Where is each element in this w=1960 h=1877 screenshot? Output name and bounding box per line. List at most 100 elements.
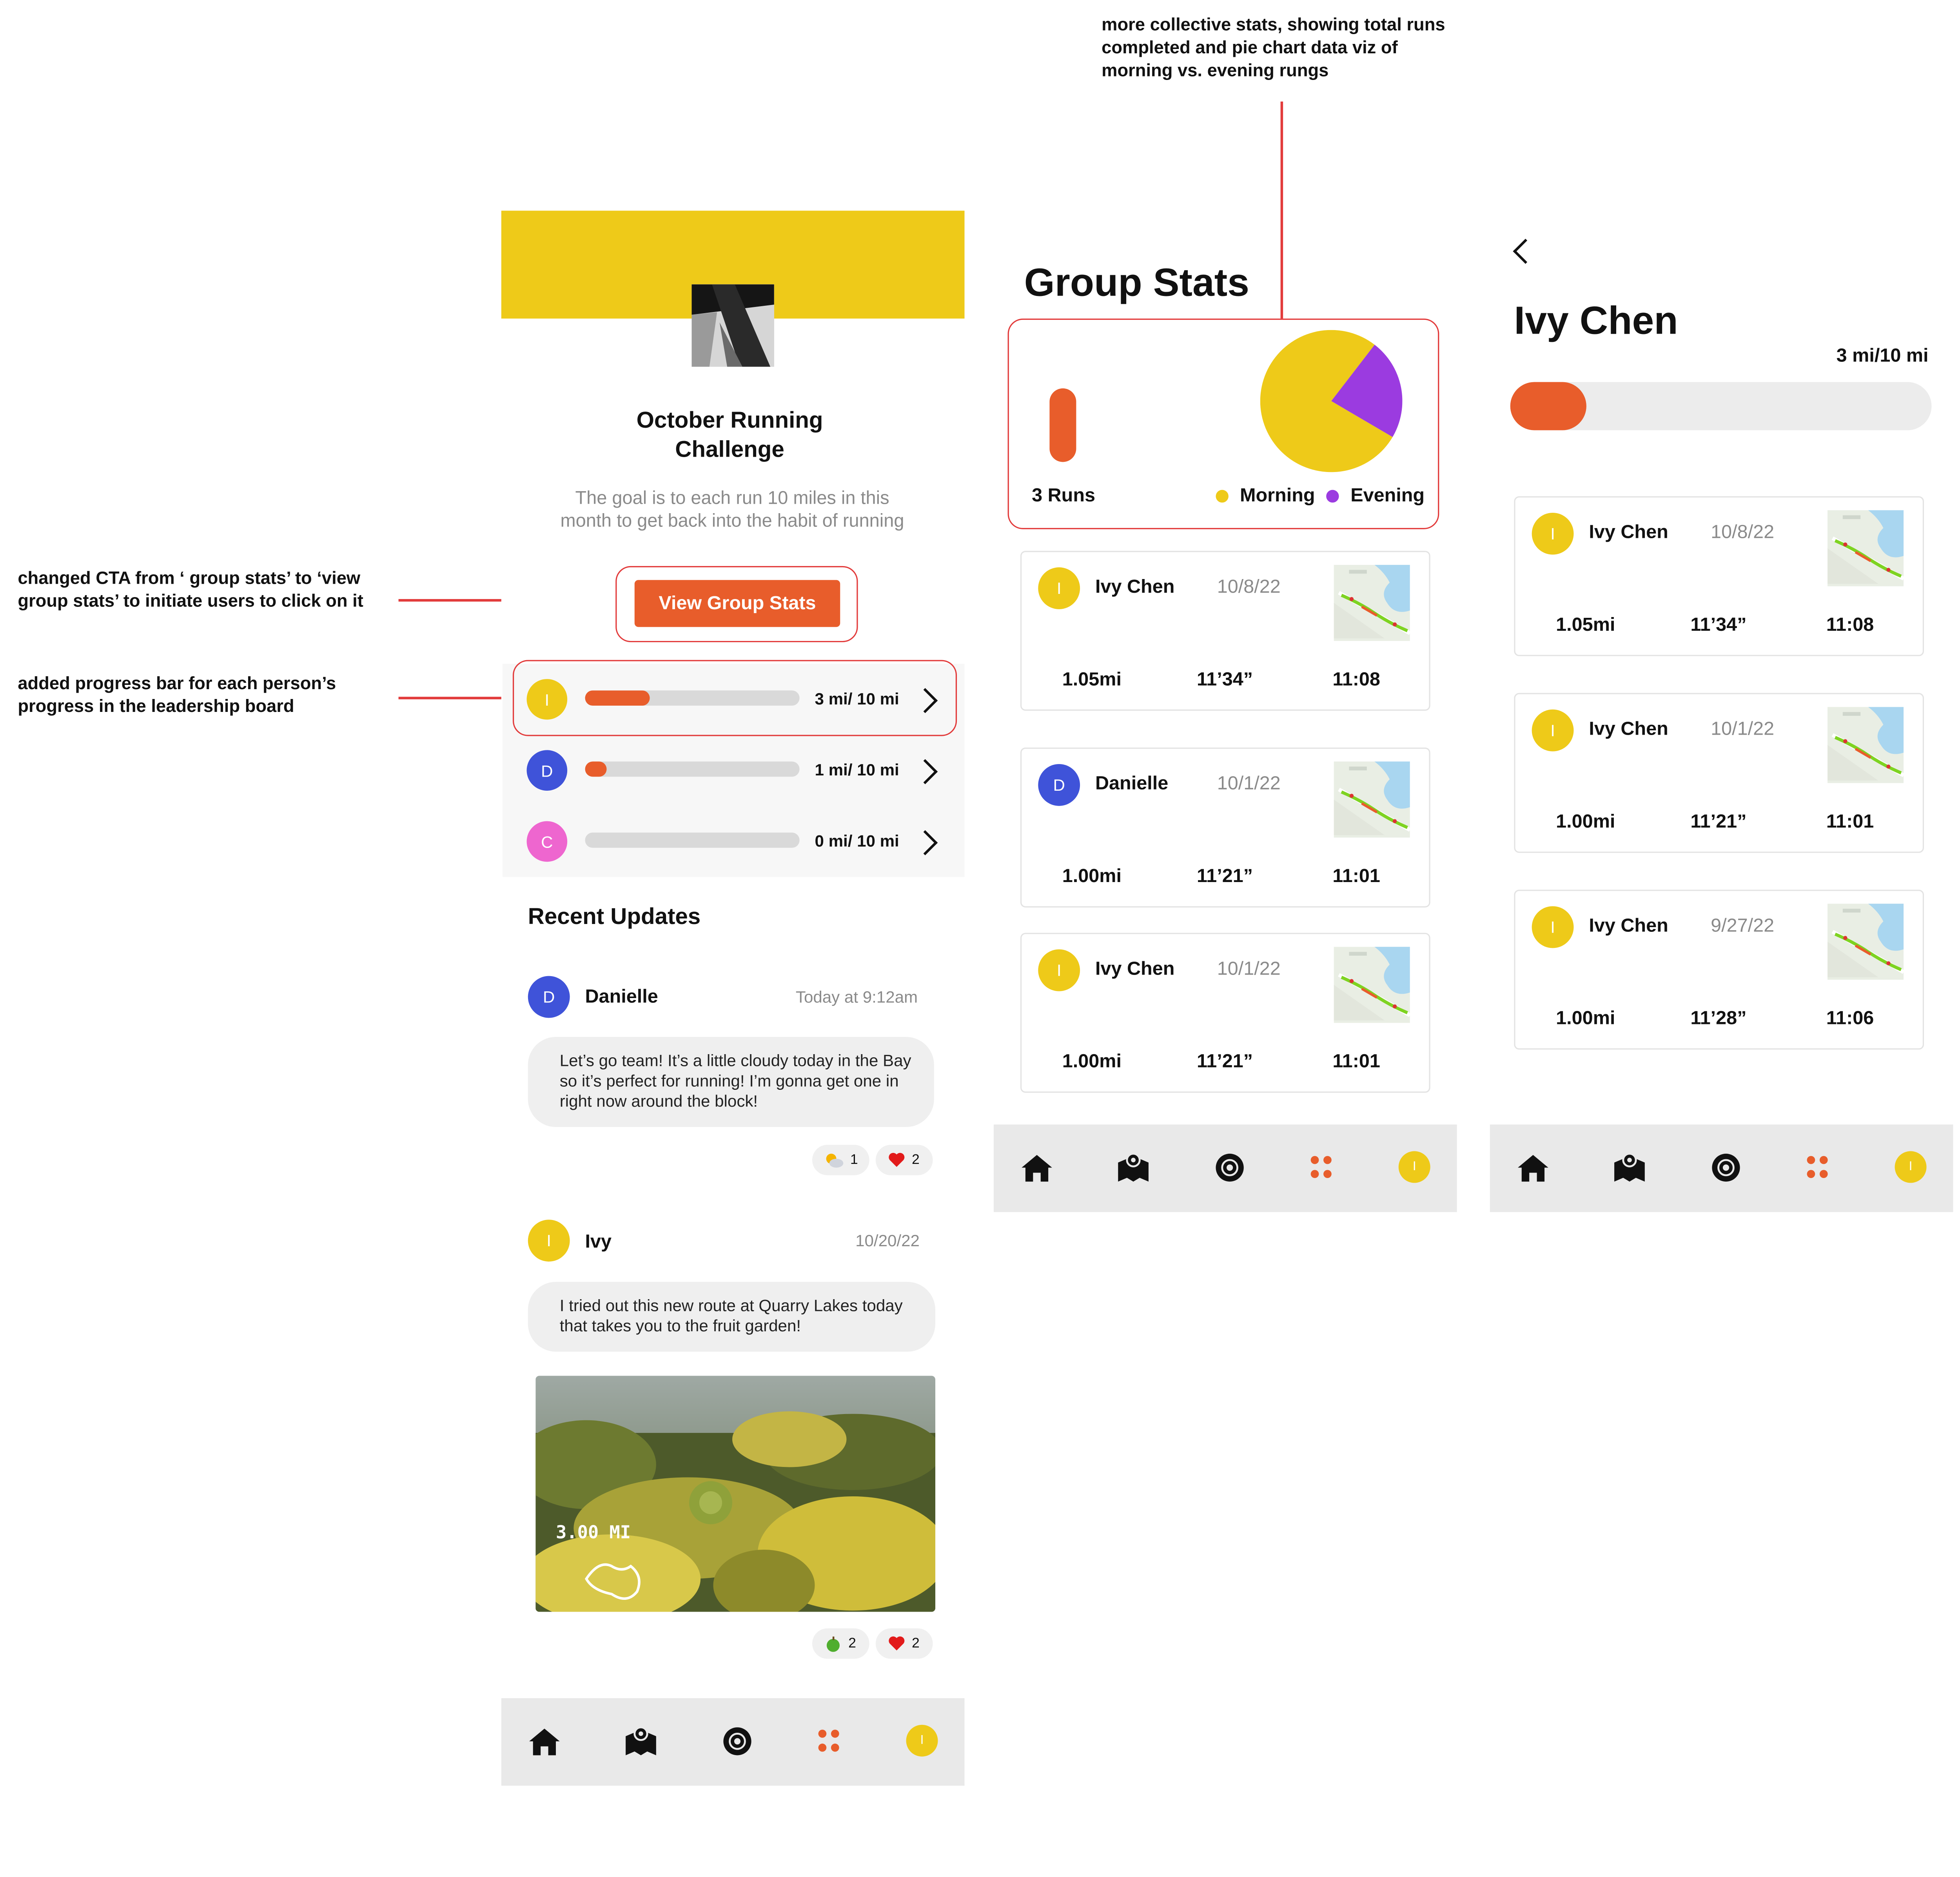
- bottom-nav: I: [1490, 1124, 1953, 1212]
- run-distance: 1.00mi: [1062, 865, 1122, 888]
- recent-updates-heading: Recent Updates: [528, 904, 701, 929]
- reaction-pill[interactable]: 2: [875, 1628, 933, 1659]
- bottom-nav: I: [501, 1698, 965, 1786]
- run-pace: 11’21”: [1196, 1051, 1253, 1073]
- avatar: D: [528, 976, 570, 1018]
- reaction-pill[interactable]: 2: [812, 1628, 869, 1659]
- run-distance: 1.00mi: [1062, 1051, 1122, 1073]
- annotation-cta: changed CTA from ‘ group stats’ to ‘view…: [18, 567, 363, 611]
- run-time: 11:01: [1332, 865, 1380, 888]
- home-icon[interactable]: [1019, 1150, 1055, 1185]
- run-time: 11:08: [1826, 614, 1874, 636]
- chevron-right-icon[interactable]: [913, 759, 938, 784]
- run-pace: 11’21”: [1690, 811, 1747, 833]
- profile-avatar-icon[interactable]: I: [1398, 1151, 1430, 1183]
- run-date: 9/27/22: [1711, 915, 1775, 937]
- record-icon[interactable]: [1212, 1150, 1248, 1185]
- runner-name: Ivy Chen: [1589, 718, 1668, 740]
- annotation-progress: added progress bar for each person’s pro…: [18, 672, 336, 716]
- avatar: I: [1532, 906, 1574, 948]
- post-author: Danielle: [585, 986, 658, 1008]
- avatar: I: [1532, 512, 1574, 555]
- chevron-right-icon[interactable]: [913, 830, 938, 855]
- progress-bar: [585, 761, 800, 777]
- reaction-count: 2: [848, 1636, 856, 1651]
- reaction-pill[interactable]: 1: [812, 1145, 869, 1175]
- avatar: C: [526, 821, 568, 862]
- map-icon[interactable]: [1612, 1150, 1648, 1185]
- apple-icon: [827, 1636, 840, 1652]
- annotation-stats-line: [1280, 102, 1283, 319]
- record-icon[interactable]: [720, 1724, 755, 1759]
- runner-name: Ivy Chen: [1589, 521, 1668, 543]
- runs-bar: [1049, 388, 1076, 462]
- progress-bar: [585, 832, 800, 848]
- run-distance: 1.00mi: [1556, 811, 1615, 833]
- run-pace: 11’21”: [1196, 865, 1253, 888]
- route-map[interactable]: [1828, 707, 1904, 783]
- home-icon[interactable]: [1515, 1150, 1551, 1185]
- post-photo[interactable]: 3.00 MI: [535, 1376, 936, 1612]
- reaction-count: 1: [850, 1152, 858, 1168]
- run-time: 11:06: [1826, 1007, 1874, 1029]
- heart-icon: [889, 1636, 905, 1651]
- reaction-count: 2: [911, 1152, 920, 1168]
- runner-name: Danielle: [1095, 773, 1169, 795]
- groups-icon[interactable]: [811, 1724, 847, 1759]
- legend: Morning Evening: [1216, 485, 1425, 506]
- runs-count: 3 Runs: [1032, 485, 1096, 506]
- reaction-pill[interactable]: 2: [875, 1145, 933, 1175]
- avatar: I: [1038, 949, 1080, 991]
- record-icon[interactable]: [1708, 1150, 1744, 1185]
- run-card[interactable]: I Ivy Chen 10/1/22 1.00mi 11’21” 11:01: [1514, 693, 1924, 853]
- back-chevron-icon[interactable]: [1513, 238, 1538, 264]
- post-time: Today at 9:12am: [795, 987, 918, 1007]
- route-map[interactable]: [1828, 510, 1904, 586]
- run-date: 10/8/22: [1217, 576, 1281, 598]
- legend-evening: Evening: [1350, 485, 1425, 506]
- run-card[interactable]: I Ivy Chen 10/8/22 1.05mi 11’34” 11:08: [1514, 496, 1924, 656]
- home-icon[interactable]: [527, 1724, 563, 1759]
- profile-name: Ivy Chen: [1514, 298, 1678, 343]
- challenge-image: [691, 284, 774, 367]
- route-map[interactable]: [1334, 565, 1410, 641]
- run-time: 11:01: [1332, 1051, 1380, 1073]
- groups-icon[interactable]: [1800, 1150, 1835, 1185]
- groups-icon[interactable]: [1303, 1150, 1339, 1185]
- route-map[interactable]: [1828, 904, 1904, 980]
- legend-swatch-morning: [1216, 489, 1229, 502]
- post-time: 10/20/22: [855, 1231, 920, 1250]
- reaction-count: 2: [911, 1636, 920, 1651]
- run-card[interactable]: I Ivy Chen 10/8/22 1.05mi 11’34” 11:08: [1020, 551, 1430, 711]
- progress-label: 0 mi/ 10 mi: [815, 831, 899, 851]
- run-card[interactable]: I Ivy Chen 10/1/22 1.00mi 11’21” 11:01: [1020, 933, 1430, 1093]
- profile-avatar-icon[interactable]: I: [1895, 1151, 1927, 1183]
- avatar: I: [528, 1220, 570, 1262]
- run-distance: 1.05mi: [1062, 669, 1122, 691]
- annotation-progress-line: [398, 697, 513, 699]
- page-title: Group Stats: [1024, 260, 1250, 305]
- run-pace: 11’34”: [1196, 669, 1253, 691]
- heart-icon: [889, 1153, 905, 1167]
- view-group-stats-button[interactable]: View Group Stats: [634, 580, 840, 627]
- run-date: 10/1/22: [1711, 718, 1775, 740]
- route-map[interactable]: [1334, 947, 1410, 1023]
- legend-swatch-evening: [1326, 489, 1339, 502]
- run-date: 10/1/22: [1217, 958, 1281, 980]
- map-icon[interactable]: [623, 1724, 659, 1759]
- route-map[interactable]: [1334, 761, 1410, 838]
- avatar: D: [526, 750, 568, 791]
- sun-cloud-icon: [826, 1153, 844, 1168]
- challenge-title: October Running Challenge: [636, 407, 823, 462]
- profile-progress-bar: [1510, 382, 1932, 430]
- run-pace: 11’28”: [1690, 1007, 1747, 1029]
- run-card[interactable]: I Ivy Chen 9/27/22 1.00mi 11’28” 11:06: [1514, 889, 1924, 1050]
- challenge-description: The goal is to each run 10 miles in this…: [560, 488, 904, 532]
- run-distance: 1.00mi: [1556, 1007, 1615, 1029]
- profile-avatar-icon[interactable]: I: [906, 1725, 938, 1757]
- leaderboard-row[interactable]: C 0 mi/ 10 mi: [503, 806, 965, 877]
- progress-highlight: [512, 660, 957, 736]
- leaderboard-row[interactable]: D 1 mi/ 10 mi: [503, 735, 965, 806]
- run-card[interactable]: D Danielle 10/1/22 1.00mi 11’21” 11:01: [1020, 747, 1430, 908]
- map-icon[interactable]: [1116, 1150, 1151, 1185]
